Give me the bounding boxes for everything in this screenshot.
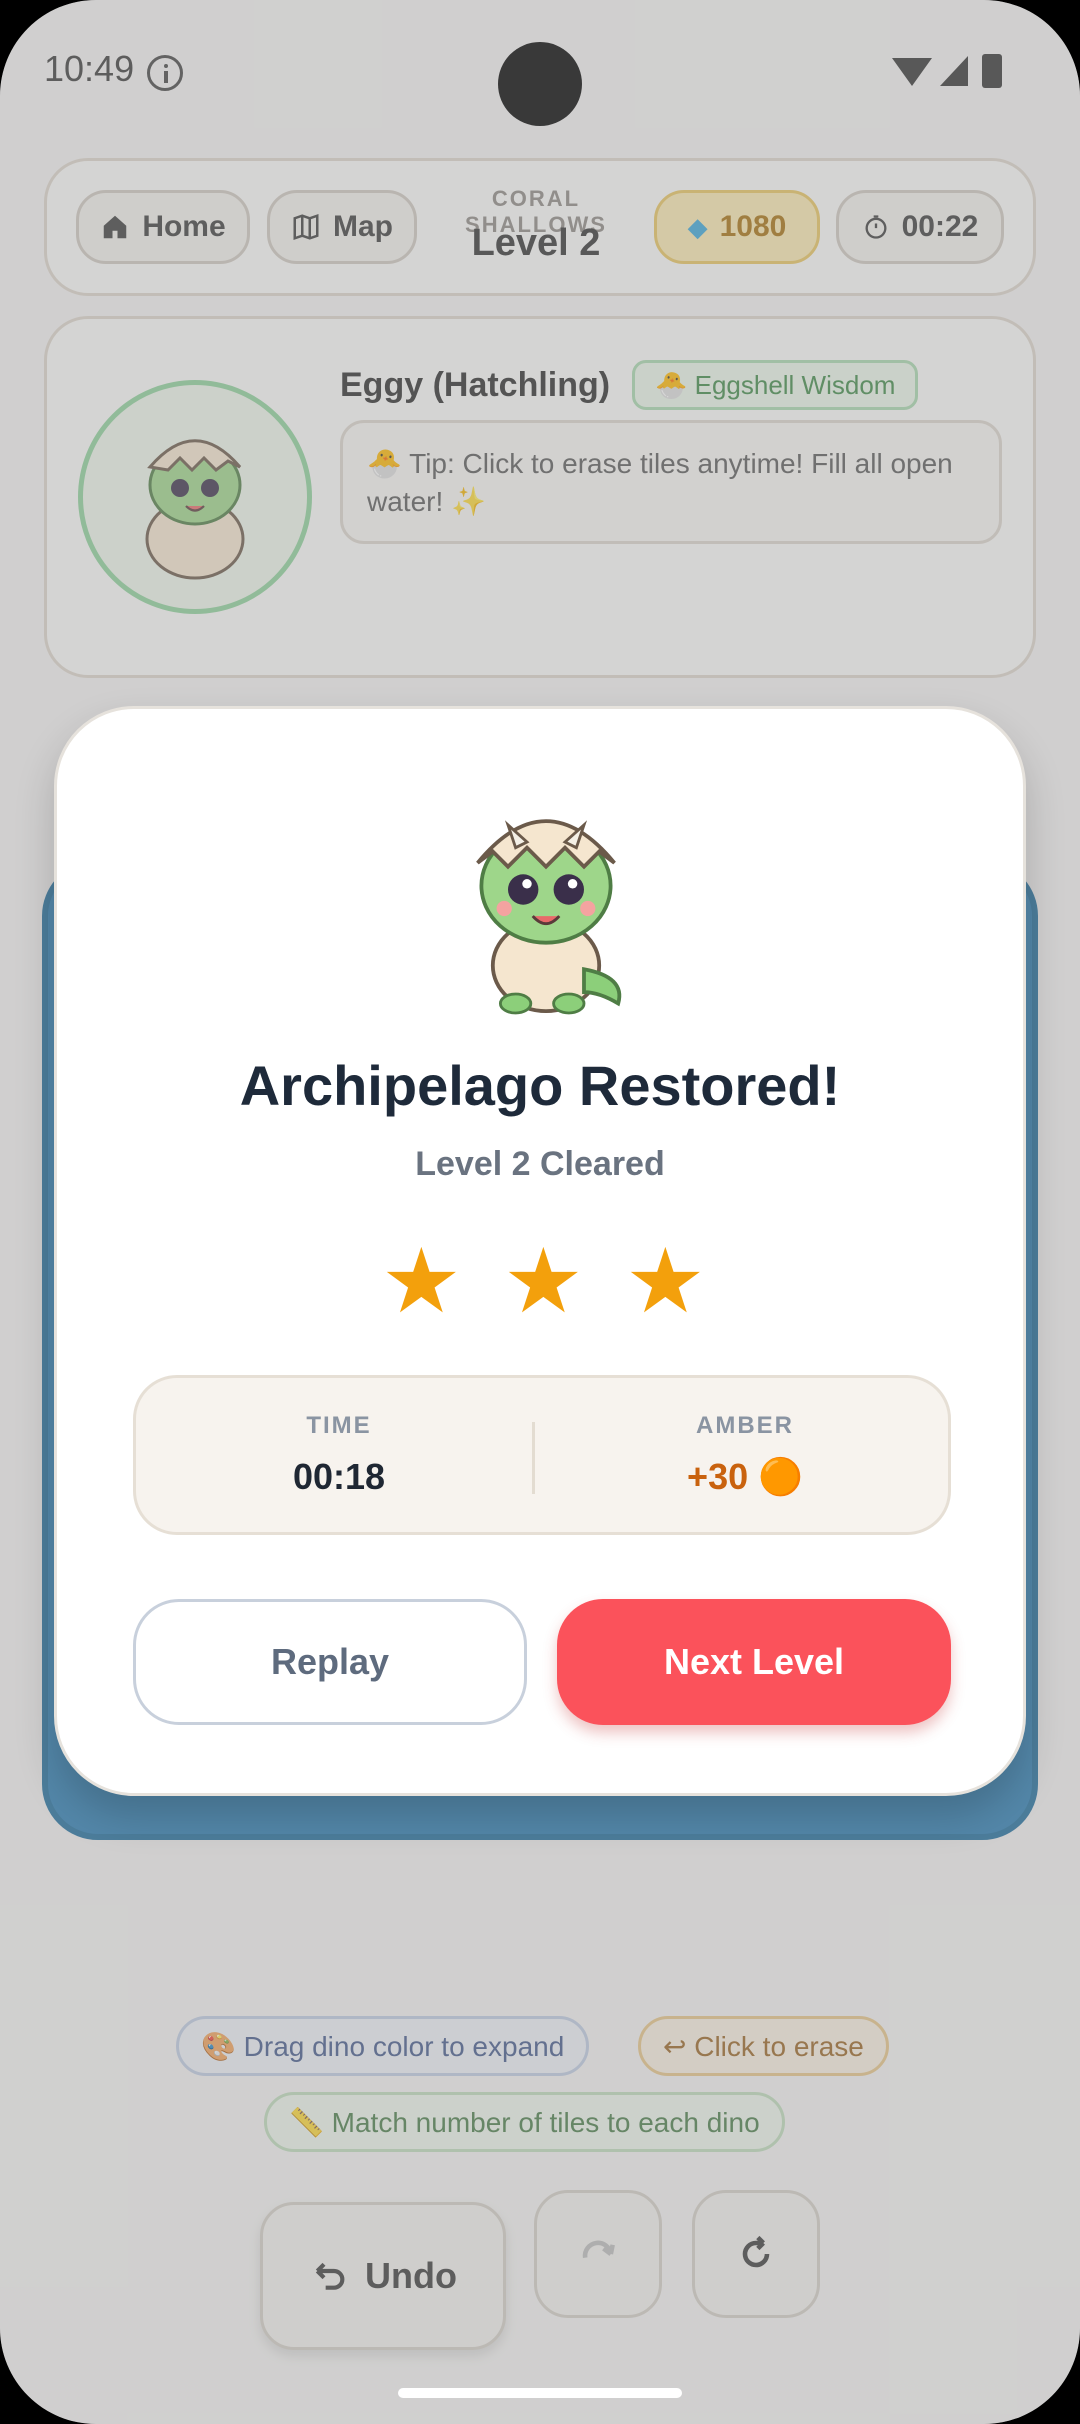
modal-subtitle: Level 2 Cleared [415, 1145, 665, 1183]
time-stat: TIME 00:18 [136, 1412, 542, 1498]
amber-stat: AMBER +30 🟠 [542, 1412, 948, 1498]
star-icon: ★ [625, 1232, 706, 1332]
star-rating: ★ ★ ★ [57, 1232, 1023, 1332]
level-complete-modal: Archipelago Restored! Level 2 Cleared ★ … [54, 706, 1026, 1796]
time-value: 00:18 [292, 1456, 386, 1497]
amber-value: +30 🟠 [687, 1456, 803, 1497]
time-label: TIME [306, 1412, 372, 1439]
stats-divider [532, 1422, 535, 1494]
stats-panel: TIME 00:18 AMBER +30 🟠 [133, 1375, 951, 1535]
next-level-button[interactable]: Next Level [557, 1599, 951, 1725]
star-icon: ★ [381, 1232, 462, 1332]
baby-dino-icon [476, 819, 622, 1015]
home-indicator[interactable] [398, 2388, 682, 2398]
amber-label: AMBER [696, 1412, 794, 1439]
modal-title: Archipelago Restored! [239, 1054, 841, 1117]
phone-screen: 10:49 Home Map CORAL SHALLOWS Level 2 ◆ … [0, 0, 1080, 2424]
star-icon: ★ [503, 1232, 584, 1332]
replay-button[interactable]: Replay [133, 1599, 527, 1725]
